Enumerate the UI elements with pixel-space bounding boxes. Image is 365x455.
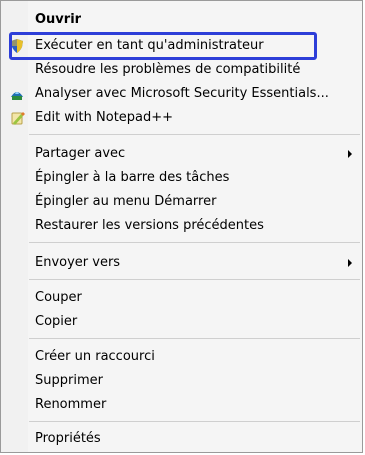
menu-item-couper[interactable]: Couper [1,287,362,309]
menu-separator [29,338,360,339]
menu-item-notepad[interactable]: Edit with Notepad++ [1,107,362,129]
shield-icon [11,39,23,53]
menu-item-label: Copier [35,314,78,329]
menu-item-label: Envoyer vers [35,255,121,270]
menu-item-pin-taskbar[interactable]: Épingler à la barre des tâches [1,167,362,189]
security-essentials-icon [11,92,23,100]
menu-item-label: Propriétés [35,431,101,446]
menu-item-label: Supprimer [35,373,103,388]
menu-item-label: Analyser avec Microsoft Security Essenti… [35,86,329,101]
menu-separator [29,134,360,135]
context-menu: Ouvrir Exécuter en tant qu'administrateu… [0,0,363,453]
menu-item-label: Créer un raccourci [35,349,155,364]
menu-item-pin-start[interactable]: Épingler au menu Démarrer [1,191,362,213]
submenu-arrow-icon [348,259,352,267]
menu-item-label: Épingler au menu Démarrer [35,194,217,209]
menu-item-renommer[interactable]: Renommer [1,394,362,416]
menu-item-label: Ouvrir [35,12,82,27]
submenu-arrow-icon [348,150,352,158]
menu-item-label: Exécuter en tant qu'administrateur [35,38,264,53]
menu-separator [29,421,360,422]
menu-item-label: Résoudre les problèmes de compatibilité [35,62,301,77]
menu-item-label: Restaurer les versions précédentes [35,218,264,233]
menu-item-security-essentials[interactable]: Analyser avec Microsoft Security Essenti… [1,83,362,105]
menu-item-ouvrir[interactable]: Ouvrir [1,9,362,31]
menu-item-partager[interactable]: Partager avec [1,143,362,165]
menu-item-supprimer[interactable]: Supprimer [1,370,362,392]
menu-item-copier[interactable]: Copier [1,311,362,333]
menu-item-create-shortcut[interactable]: Créer un raccourci [1,346,362,368]
menu-item-label: Épingler à la barre des tâches [35,170,230,185]
menu-separator [29,279,360,280]
notepad-plus-plus-icon [11,112,25,125]
menu-item-send-to[interactable]: Envoyer vers [1,252,362,274]
menu-item-label: Edit with Notepad++ [35,110,174,125]
menu-separator [29,242,360,243]
menu-item-label: Couper [35,290,82,305]
menu-item-compatibility[interactable]: Résoudre les problèmes de compatibilité [1,59,362,81]
menu-item-run-as-admin[interactable]: Exécuter en tant qu'administrateur [1,35,362,57]
menu-item-restore-versions[interactable]: Restaurer les versions précédentes [1,215,362,237]
menu-item-proprietes[interactable]: Propriétés [1,428,362,450]
menu-item-label: Partager avec [35,146,126,161]
menu-item-label: Renommer [35,397,107,412]
